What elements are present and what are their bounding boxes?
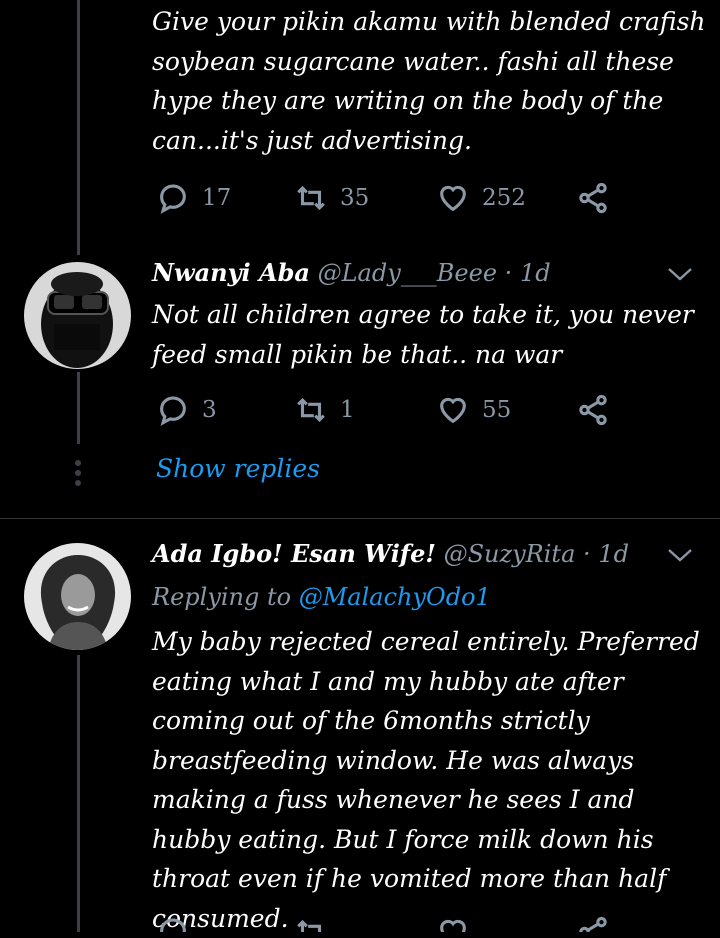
tweet-header: Nwanyi Aba @Lady___Beee · 1d (152, 255, 551, 291)
retweet-button[interactable]: 1 (294, 390, 355, 430)
divider (0, 518, 720, 519)
like-count: 55 (482, 397, 512, 423)
share-icon (579, 394, 607, 426)
tweet-actions: 3 1 55 (152, 390, 622, 430)
separator-dot: · (504, 259, 513, 287)
retweet-button[interactable]: 35 (294, 178, 369, 218)
avatar-image (24, 543, 131, 650)
reply-button[interactable]: 3 (156, 390, 217, 430)
more-replies-dots (73, 458, 83, 488)
reply-button[interactable]: 17 (156, 178, 231, 218)
show-replies-link[interactable]: Show replies (156, 454, 320, 483)
like-count: 252 (482, 185, 526, 211)
timestamp[interactable]: 1d (520, 259, 551, 287)
tweet-actions: 17 35 252 (152, 178, 622, 218)
share-icon (579, 182, 607, 214)
tweet-text: Give your pikin akamu with blended crafi… (152, 7, 706, 155)
retweet-icon (297, 919, 322, 932)
timestamp[interactable]: 1d (598, 540, 629, 568)
chevron-down-icon (668, 549, 692, 562)
avatar-image (24, 262, 131, 369)
share-button[interactable] (576, 390, 610, 430)
avatar[interactable] (24, 543, 131, 650)
share-button[interactable] (576, 178, 610, 218)
chevron-down-icon (668, 268, 692, 281)
reply-button[interactable] (156, 912, 202, 932)
like-button[interactable] (436, 912, 482, 932)
tweet-text: My baby rejected cereal entirely. Prefer… (152, 627, 700, 933)
tweet-header: Ada Igbo! Esan Wife! @SuzyRita · 1d (152, 536, 629, 572)
avatar[interactable] (24, 262, 131, 369)
replying-to-label: Replying to (152, 583, 292, 611)
share-icon (579, 916, 607, 932)
tweet-text: Not all children agree to take it, you n… (152, 300, 694, 369)
tweet-actions (152, 912, 622, 932)
like-button[interactable]: 55 (436, 390, 511, 430)
replying-to: Replying to @MalachyOdo1 (152, 579, 491, 615)
display-name[interactable]: Nwanyi Aba (152, 258, 310, 287)
reply-count: 17 (202, 185, 232, 211)
tweet-menu-button[interactable] (662, 262, 698, 286)
thread-line (77, 372, 80, 444)
user-handle[interactable]: @SuzyRita (444, 540, 576, 568)
retweet-icon (297, 397, 325, 423)
separator-dot: · (583, 540, 591, 568)
retweet-button[interactable] (294, 912, 340, 932)
thread-line (77, 655, 80, 932)
retweet-icon (297, 185, 325, 211)
reply-bubble-icon (160, 918, 186, 932)
like-button[interactable]: 252 (436, 178, 526, 218)
thread-line (77, 0, 80, 255)
share-button[interactable] (576, 912, 610, 932)
retweet-count: 35 (340, 185, 370, 211)
user-handle[interactable]: @Lady___Beee (318, 259, 497, 287)
reply-bubble-icon (160, 396, 186, 426)
reply-bubble-icon (160, 184, 186, 214)
tweet-menu-button[interactable] (662, 543, 698, 567)
display-name[interactable]: Ada Igbo! Esan Wife! (152, 539, 436, 568)
replying-to-mention[interactable]: @MalachyOdo1 (299, 583, 491, 611)
reply-count: 3 (202, 397, 217, 423)
heart-icon (440, 185, 466, 212)
retweet-count: 1 (340, 397, 355, 423)
heart-icon (440, 397, 466, 424)
heart-icon (440, 919, 466, 932)
